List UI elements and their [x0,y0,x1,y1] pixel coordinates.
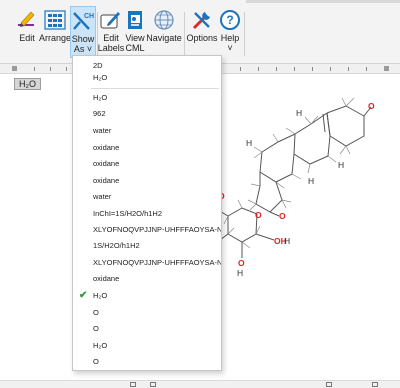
checkmark-icon: ✔ [79,290,88,301]
title-accent [246,0,400,3]
menu-item[interactable]: XLYOFNOQVPJJNP-UHFFFAOYSA-N [73,222,221,238]
ruler-tick [66,67,67,71]
menu-item[interactable]: H₂O [73,90,221,106]
ruler-tick [258,67,259,71]
options-icon [188,7,216,33]
menu-item[interactable]: XLYOFNOQVPJJNP-UHFFFAOYSA-N [73,255,221,271]
ruler-tick [34,67,35,71]
ribbon-separator [244,12,245,56]
arrange-icon [41,7,69,33]
ruler-tick [240,67,241,71]
atom-hydrogen: H [308,176,314,186]
show-as-badge: CH [84,13,94,20]
atom-hydrogen: H [338,160,344,170]
menu-item-checked[interactable]: ✔ H₂O [73,288,221,304]
options-button[interactable]: Options [186,6,218,58]
arrange-button[interactable]: Arrange [38,6,72,58]
menu-item[interactable]: water [73,189,221,205]
zoom-out-icon[interactable] [326,382,332,387]
arrange-label: Arrange [38,33,72,43]
atom-oxygen: O [368,101,375,111]
menu-item[interactable]: oxidane [73,271,221,287]
show-as-icon: CH [69,8,97,34]
view-mode-icon[interactable] [150,382,156,387]
menu-item[interactable]: 1S/H2O/h1H2 [73,238,221,254]
show-as-button[interactable]: CH Show As ˅ [70,6,96,58]
show-as-label-line2: As [73,44,85,54]
ruler-indent-marker[interactable] [12,66,17,71]
atom-oxygen: O [255,210,262,220]
menu-item[interactable]: oxidane [73,140,221,156]
help-icon: ? [216,7,244,33]
view-cml-label-line2: CML [125,43,145,53]
ruler-tick [366,67,367,71]
chevron-down-icon[interactable]: ˅ [227,43,232,53]
status-bar [0,380,400,388]
atom-hydrogen: H [246,138,252,148]
ruler-tick [348,67,349,71]
ruler-right-marker[interactable] [384,66,389,71]
menu-item[interactable]: 962 [73,106,221,122]
atom-hydrogen: H [284,236,290,246]
menu-item[interactable]: oxidane [73,173,221,189]
show-as-label-row: As ˅ [74,44,92,54]
view-cml-icon [121,7,149,33]
view-cml-label-line1: View [125,33,145,43]
menu-item[interactable]: H₂O [73,338,221,354]
navigate-icon [150,7,178,33]
navigate-button[interactable]: Navigate [146,6,182,58]
ruler-tick [276,67,277,71]
help-button[interactable]: ? Help ˅ [218,6,242,58]
atom-hydrogen: H [296,108,302,118]
ruler-tick [312,67,313,71]
show-as-label-line1: Show [71,34,95,44]
menu-item[interactable]: water [73,123,221,139]
ribbon-separator [184,12,185,56]
ruler-tick [50,67,51,71]
menu-item-label: H₂O [93,291,108,300]
ruler-tick [294,67,295,71]
help-label: Help [220,33,240,43]
edit-labels-label-line2: Labels [97,43,125,53]
ruler-tick [330,67,331,71]
menu-item-formula[interactable]: H₂O [73,70,221,86]
zoom-in-icon[interactable] [372,382,378,387]
options-label: Options [186,33,218,43]
edit-icon [13,7,41,33]
svg-text:?: ? [226,13,233,27]
menu-item[interactable]: InChI=1S/H2O/h1H2 [73,206,221,222]
chevron-down-icon: ˅ [86,44,93,54]
menu-item[interactable]: oxidane [73,156,221,172]
atom-hydrogen: H [237,268,243,278]
edit-button[interactable]: Edit [14,6,40,58]
view-mode-icon[interactable] [130,382,136,387]
navigate-label: Navigate [146,33,182,43]
view-cml-button[interactable]: View CML [124,6,146,58]
atom-oxygen: O [238,258,245,268]
edit-labels-label-line1: Edit [103,33,119,43]
show-as-dropdown-menu: 2D H₂O H₂O 962 water oxidane oxidane oxi… [72,55,222,371]
atom-oxygen: O [279,211,286,221]
menu-item[interactable]: O [73,354,221,370]
menu-divider [91,88,219,89]
menu-item[interactable]: O [73,305,221,321]
selected-formula-tag[interactable]: H₂O [14,78,41,90]
edit-label: Edit [19,33,35,43]
menu-item[interactable]: O [73,321,221,337]
